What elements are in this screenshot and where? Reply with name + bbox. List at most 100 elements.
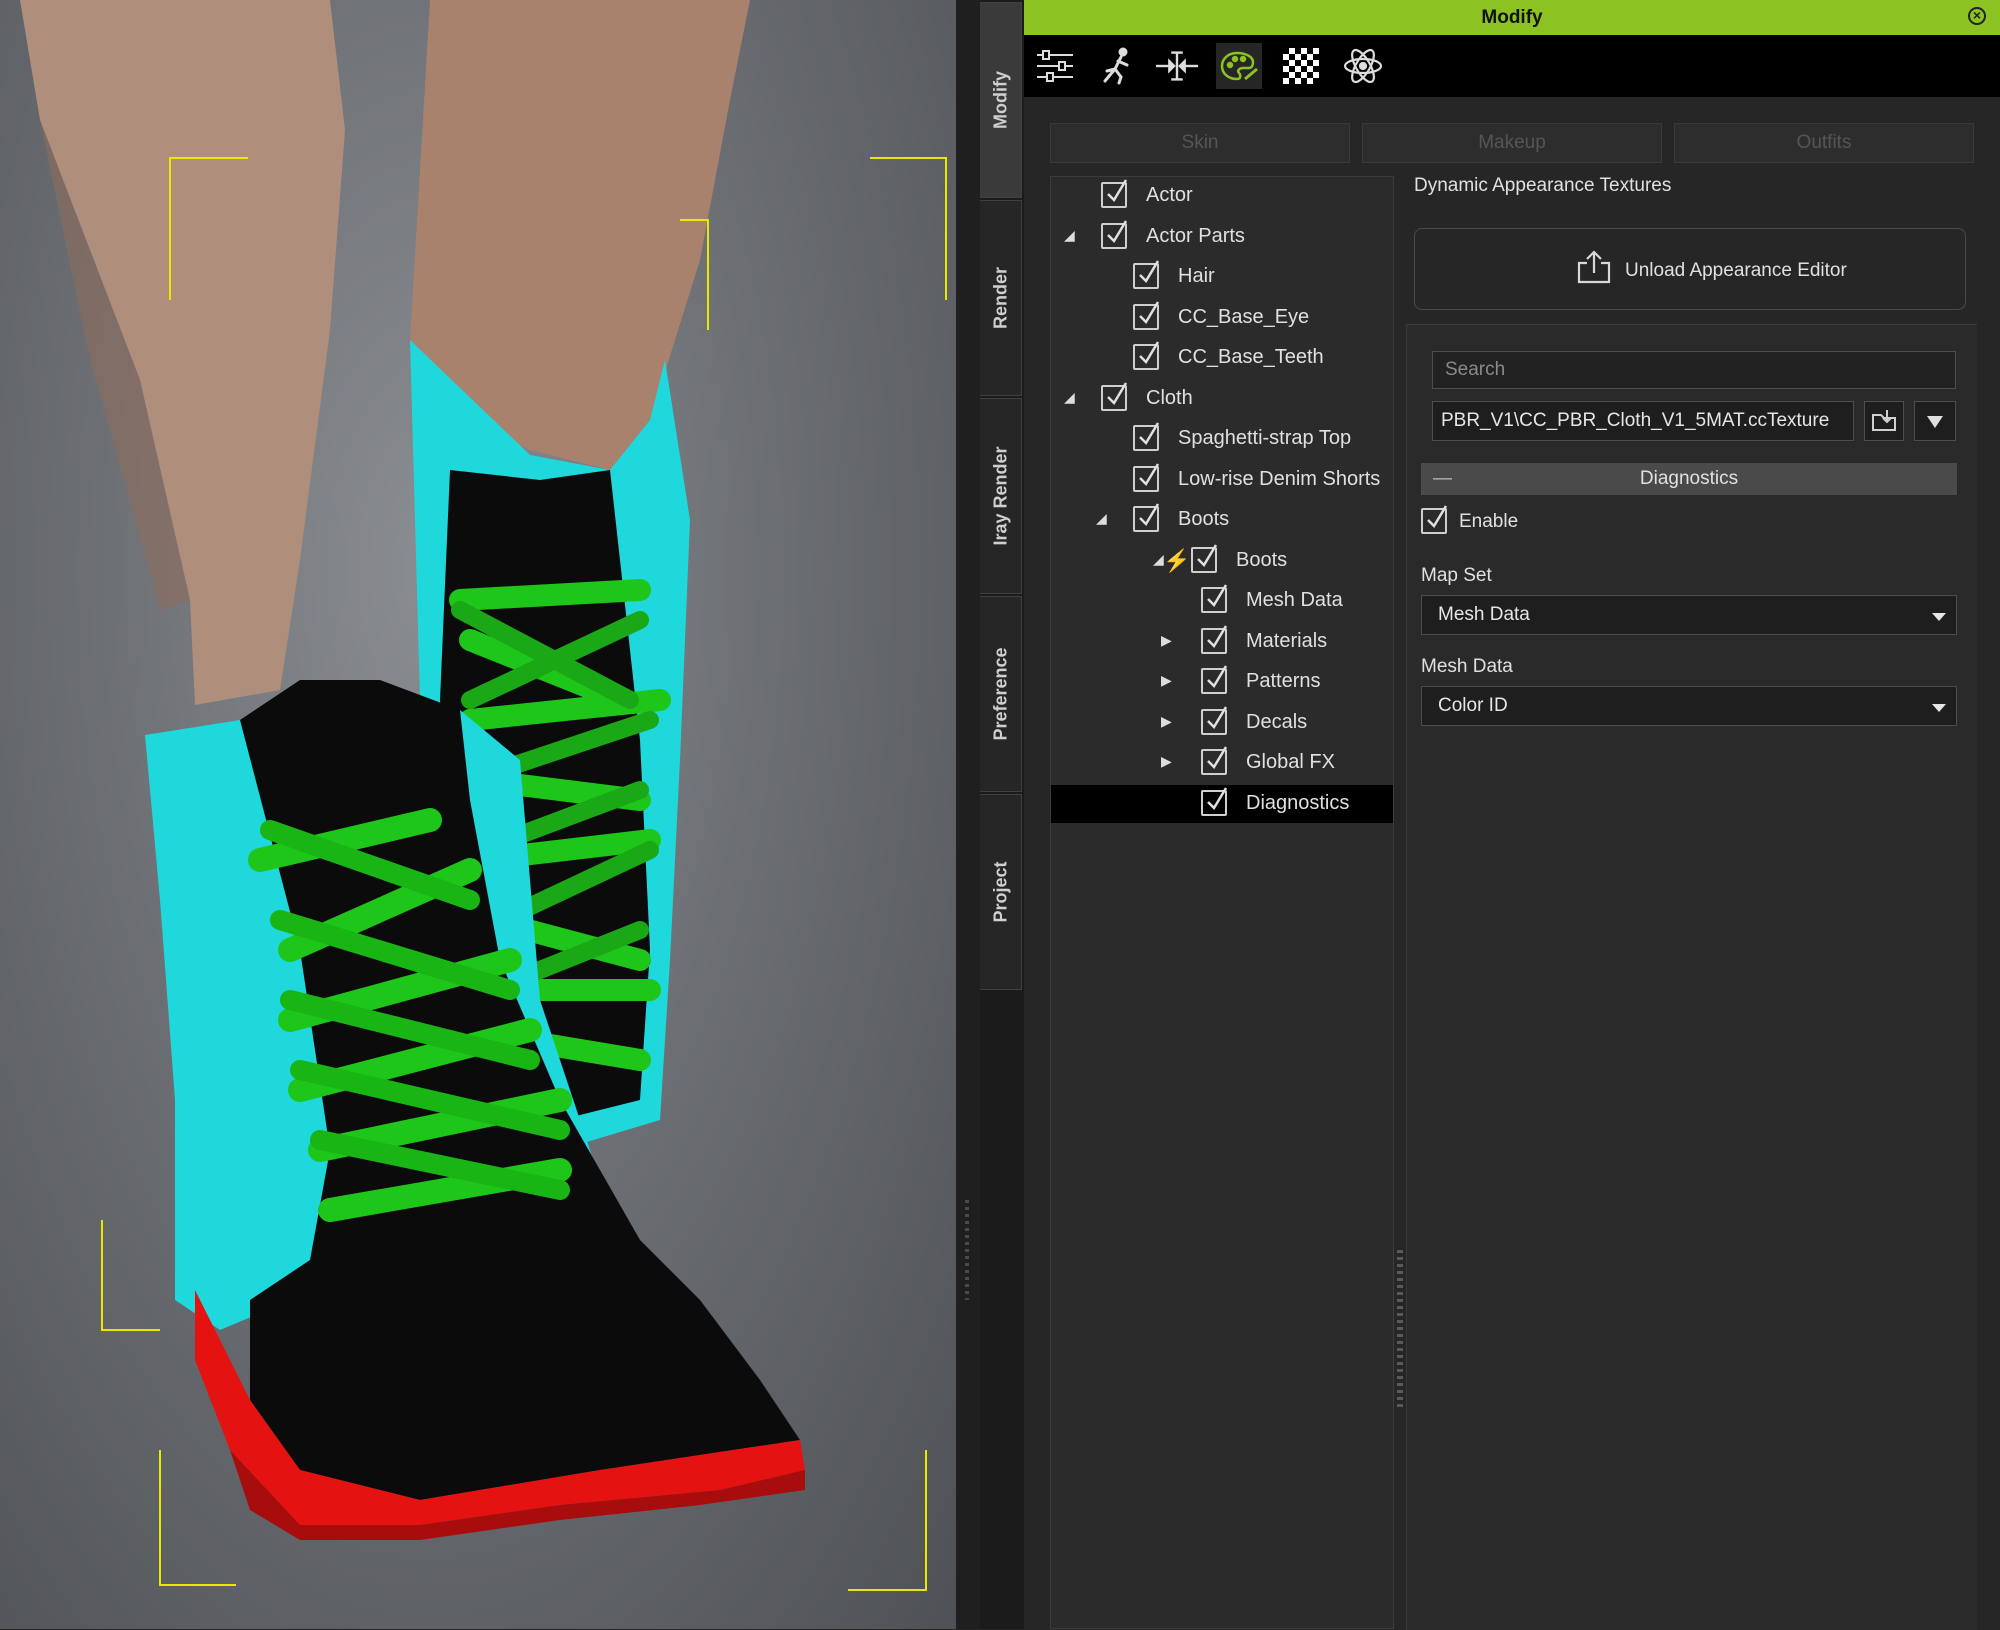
tree-item-checkbox[interactable] [1191,543,1218,573]
checker-texture-icon[interactable] [1278,43,1324,89]
panel-titlebar: Modify × [1024,0,2000,35]
tree-item-label: Mesh Data [1246,589,1343,611]
tree-item-label: Boots [1178,508,1230,530]
tree-item[interactable]: ▶ Patterns [1051,663,1393,701]
tree-item-checkbox[interactable] [1201,624,1228,654]
tab-render[interactable]: Render [980,200,1022,396]
tree-item-checkbox[interactable] [1201,665,1228,694]
tree-item-checkbox[interactable] [1133,422,1160,451]
tab-iray-render[interactable]: Iray Render [980,398,1022,594]
tree-item-checkbox[interactable] [1133,260,1160,289]
tree-item-checkbox[interactable] [1201,584,1228,613]
tree-item[interactable]: ◢ Cloth [1051,380,1393,418]
tree-item[interactable]: CC_Base_Eye [1051,299,1393,337]
tree-item-checkbox[interactable] [1133,341,1160,370]
bolt-icon: ⚡ [1163,547,1191,573]
tree-item-checkbox[interactable] [1133,300,1160,330]
tab-preference[interactable]: Preference [980,596,1022,792]
tree-item[interactable]: Diagnostics [1051,784,1393,823]
pose-icon[interactable] [1094,43,1140,89]
map-set-value: Mesh Data [1438,604,1530,625]
tree-item[interactable]: Mesh Data [1051,582,1393,620]
modify-panel: Modify × Skin Makeup Outfits Actor ◢ Act… [1024,0,2000,1630]
folder-load-icon [1872,410,1896,431]
chevron-down-icon [1932,704,1946,712]
tree-item[interactable]: ◢ Actor Parts [1051,218,1393,256]
close-icon[interactable]: × [1968,7,1986,25]
expand-arrow-icon[interactable]: ▶ [1161,753,1172,770]
tree-item-checkbox[interactable] [1101,179,1128,208]
tree-item-label: Cloth [1146,386,1193,409]
tree-item-label: Actor [1146,184,1193,206]
appearance-palette-icon[interactable] [1216,43,1262,89]
actor-tree: Actor ◢ Actor Parts Hair CC_Base_Eye CC_Base_… [1050,176,1394,1629]
tree-item[interactable]: ▶ Materials [1051,623,1393,661]
unload-appearance-editor-button[interactable]: Unload Appearance Editor [1414,228,1966,310]
dynamic-appearance-textures-label: Dynamic Appearance Textures [1414,175,1672,196]
tab-modify-label: Modify [990,71,1010,129]
tree-resize-grip[interactable] [1397,1250,1403,1410]
tree-item[interactable]: ◢ Boots [1051,501,1393,539]
upload-icon [1577,250,1611,284]
expand-arrow-icon[interactable]: ▶ [1161,672,1172,689]
tree-item-checkbox[interactable] [1101,219,1128,249]
collapse-arrow-icon[interactable]: ◢ [1096,510,1107,527]
texture-path-field[interactable]: PBR_V1\CC_PBR_Cloth_V1_5MAT.ccTexture [1432,401,1854,441]
tree-item-label: CC_Base_Teeth [1178,346,1324,368]
map-set-label: Map Set [1421,565,1492,586]
load-texture-button[interactable] [1864,401,1904,441]
enable-label: Enable [1459,511,1519,532]
3d-viewport[interactable] [0,0,956,1629]
tree-item-checkbox[interactable] [1133,503,1160,532]
tree-item[interactable]: Spaghetti-strap Top [1051,420,1393,458]
tree-item[interactable]: Low-rise Denim Shorts [1051,461,1393,499]
tree-item-label: Global FX [1246,751,1335,773]
tab-skin[interactable]: Skin [1050,123,1350,163]
unload-appearance-editor-label: Unload Appearance Editor [1625,260,1847,281]
tree-item-label: Actor Parts [1146,224,1245,247]
tab-render-label: Render [990,266,1010,330]
mesh-data-select[interactable]: Color ID [1421,686,1957,726]
tree-item[interactable]: ▶ Global FX [1051,744,1393,782]
tab-makeup[interactable]: Makeup [1362,123,1662,163]
collapse-arrow-icon[interactable]: ◢ [1064,227,1075,244]
tree-item[interactable]: CC_Base_Teeth [1051,339,1393,377]
tab-outfits[interactable]: Outfits [1674,123,1974,163]
tree-item-label: CC_Base_Eye [1178,305,1310,328]
side-tab-strip: Modify Render Iray Render Preference Pro… [980,0,1024,1629]
sliders-icon[interactable] [1032,43,1078,89]
collapse-arrow-icon[interactable]: ◢ [1064,389,1075,406]
diagnostics-group-header[interactable]: — Diagnostics [1421,463,1957,495]
physics-atom-icon[interactable] [1340,43,1386,89]
search-input[interactable] [1432,351,1956,389]
splitter-grip[interactable] [965,1200,969,1300]
tree-item-checkbox[interactable] [1201,786,1228,816]
tree-item-label: Boots [1236,548,1288,571]
tab-modify[interactable]: Modify [980,2,1022,198]
tree-item-checkbox[interactable] [1201,746,1228,775]
enable-checkbox[interactable] [1421,505,1448,534]
tree-item-checkbox[interactable] [1101,381,1128,411]
expand-arrow-icon[interactable]: ▶ [1161,632,1172,649]
tree-item-label: Low-rise Denim Shorts [1178,467,1381,490]
tree-item-label: Spaghetti-strap Top [1178,427,1352,449]
tree-item-label: Diagnostics [1246,791,1350,814]
tree-item[interactable]: Actor [1051,177,1393,215]
texture-dropdown-button[interactable] [1914,401,1956,441]
diagnostics-group-title: Diagnostics [1639,468,1739,489]
collapse-icon[interactable]: — [1433,463,1452,495]
tree-item-checkbox[interactable] [1133,462,1160,492]
viewport-splitter[interactable] [956,0,980,1629]
tree-item-label: Hair [1178,265,1215,287]
map-set-select[interactable]: Mesh Data [1421,595,1957,635]
tab-preference-label: Preference [990,647,1010,741]
tree-item[interactable]: ◢ ⚡ Boots [1051,542,1393,580]
tab-project[interactable]: Project [980,794,1022,990]
tree-item-checkbox[interactable] [1201,705,1228,735]
tree-item[interactable]: ▶ Decals [1051,704,1393,742]
expand-arrow-icon[interactable]: ▶ [1161,713,1172,730]
panel-title: Modify [1481,7,1543,28]
tree-item[interactable]: Hair [1051,258,1393,296]
morph-icon[interactable] [1154,43,1200,89]
tree-item-label: Patterns [1246,670,1321,692]
